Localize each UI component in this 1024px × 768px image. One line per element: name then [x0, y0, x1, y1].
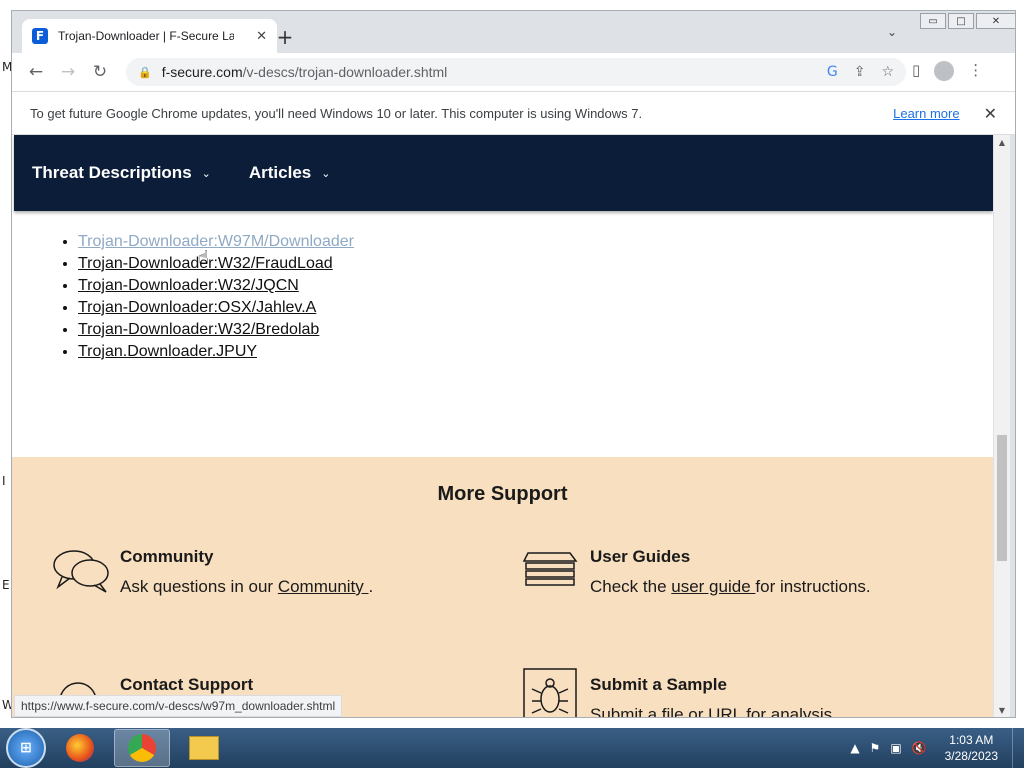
- clock-date: 3/28/2023: [944, 749, 998, 763]
- page-scrollbar[interactable]: ▲ ▼: [994, 135, 1010, 717]
- tray-expand-icon[interactable]: ▲: [850, 741, 859, 755]
- hand-cursor-icon: ☝: [198, 247, 209, 268]
- scroll-up-arrow-icon[interactable]: ▲: [994, 135, 1010, 151]
- list-item: Trojan-Downloader:OSX/Jahlev.A: [78, 297, 354, 319]
- back-arrow-icon[interactable]: ←: [20, 62, 52, 82]
- user-guides-desc: Check the user guide for instructions.: [590, 577, 871, 596]
- close-window-button[interactable]: ✕: [976, 13, 1015, 29]
- window-controls: ▭ □ ✕: [918, 13, 1015, 29]
- nav-articles[interactable]: Articles ⌄: [249, 163, 331, 183]
- tab-search-chevron-icon[interactable]: ⌄: [887, 25, 897, 39]
- page-viewport: Threat Descriptions ⌄ Articles ⌄ Trojan-…: [12, 135, 993, 718]
- threat-link[interactable]: Trojan-Downloader:W32/JQCN: [78, 277, 299, 294]
- site-navigation: Threat Descriptions ⌄ Articles ⌄: [14, 135, 993, 211]
- list-item: Trojan-Downloader:W32/JQCN: [78, 275, 354, 297]
- desktop-icon-label: E: [2, 578, 10, 592]
- folder-icon: [189, 736, 219, 760]
- scrollbar-thumb[interactable]: [997, 435, 1007, 561]
- google-icon[interactable]: G: [827, 64, 838, 80]
- nav-item-label: Articles: [248, 163, 312, 182]
- minimize-button[interactable]: ▭: [920, 13, 946, 29]
- tab-active[interactable]: F Trojan-Downloader | F-Secure La ✕: [22, 19, 277, 53]
- threat-link[interactable]: Trojan-Downloader:W32/Bredolab: [78, 321, 319, 338]
- more-support-section: More Support Community Ask questions in …: [12, 457, 993, 718]
- support-heading: More Support: [437, 483, 568, 505]
- action-center-flag-icon[interactable]: ⚑: [870, 741, 881, 755]
- start-button[interactable]: ⊞: [6, 728, 46, 768]
- clock-time: 1:03 AM: [949, 733, 994, 747]
- browser-window: F Trojan-Downloader | F-Secure La ✕ + ⌄ …: [11, 10, 1016, 718]
- side-panel-icon[interactable]: ▯: [912, 61, 920, 81]
- taskbar-chrome[interactable]: [114, 729, 170, 767]
- list-item: Trojan-Downloader:W32/FraudLoad: [78, 253, 354, 275]
- chevron-down-icon: ⌄: [201, 166, 211, 180]
- community-link[interactable]: Community: [278, 577, 369, 596]
- submit-sample-desc: Submit a file or URL for analysis.: [590, 705, 837, 718]
- bookmark-star-icon[interactable]: ☆: [881, 64, 894, 80]
- tab-title: Trojan-Downloader | F-Secure La: [58, 29, 234, 43]
- clock[interactable]: 1:03 AM 3/28/2023: [945, 732, 998, 764]
- network-icon[interactable]: ▣: [890, 741, 901, 755]
- share-icon[interactable]: ⇪: [854, 64, 866, 80]
- chevron-down-icon: ⌄: [321, 166, 331, 180]
- scroll-down-arrow-icon[interactable]: ▼: [994, 703, 1010, 717]
- update-infobar: To get future Google Chrome updates, you…: [12, 91, 1015, 135]
- infobar-close-button[interactable]: ✕: [984, 104, 997, 123]
- fsecure-favicon-icon: F: [32, 28, 48, 44]
- reload-icon[interactable]: ↻: [84, 62, 116, 82]
- url-text: f-secure.com/v-descs/trojan-downloader.s…: [161, 64, 448, 80]
- list-item: Trojan-Downloader:W32/Bredolab: [78, 319, 354, 341]
- desktop-icon-label: I: [2, 474, 6, 488]
- taskbar-explorer[interactable]: [176, 729, 232, 767]
- threat-link[interactable]: Trojan-Downloader:OSX/Jahlev.A: [78, 299, 316, 316]
- infobar-message: To get future Google Chrome updates, you…: [30, 105, 643, 121]
- maximize-button[interactable]: □: [948, 13, 974, 29]
- new-tab-button[interactable]: +: [274, 25, 296, 49]
- firefox-icon: [66, 734, 94, 762]
- windows-taskbar: ⊞ ▲ ⚑ ▣ 🔇 1:03 AM 3/28/2023: [0, 728, 1024, 768]
- threat-link-list: Trojan-Downloader:W97M/Downloader Trojan…: [78, 231, 354, 363]
- volume-muted-icon[interactable]: 🔇: [912, 741, 927, 755]
- lock-icon[interactable]: 🔒: [138, 66, 152, 79]
- threat-link[interactable]: Trojan.Downloader.JPUY: [78, 343, 257, 360]
- bug-icon: [523, 668, 577, 717]
- list-item: Trojan.Downloader.JPUY: [78, 341, 354, 363]
- user-guide-link[interactable]: user guide: [671, 577, 755, 596]
- system-tray: ▲ ⚑ ▣ 🔇 1:03 AM 3/28/2023: [850, 732, 998, 764]
- user-guides-title: User Guides: [590, 547, 691, 566]
- tab-close-icon[interactable]: ✕: [256, 29, 267, 44]
- tab-strip: F Trojan-Downloader | F-Secure La ✕ + ⌄ …: [12, 11, 1015, 53]
- list-item: Trojan-Downloader:W97M/Downloader: [78, 231, 354, 253]
- address-bar[interactable]: 🔒 f-secure.com/v-descs/trojan-downloader…: [126, 58, 906, 86]
- taskbar-firefox[interactable]: [52, 729, 108, 767]
- browser-toolbar: ← → ↻ 🔒 f-secure.com/v-descs/trojan-down…: [12, 53, 1015, 91]
- menu-kebab-icon[interactable]: ⋮: [968, 61, 983, 81]
- community-title: Community: [120, 547, 214, 566]
- community-desc: Ask questions in our Community .: [120, 577, 374, 596]
- threat-link[interactable]: Trojan-Downloader:W97M/Downloader: [78, 233, 354, 250]
- contact-support-title: Contact Support: [120, 675, 254, 694]
- nav-item-label: Threat Descriptions: [32, 163, 192, 182]
- nav-threat-descriptions[interactable]: Threat Descriptions ⌄: [32, 163, 211, 183]
- speech-bubbles-icon: [53, 550, 109, 593]
- profile-avatar-icon[interactable]: [934, 61, 955, 81]
- chrome-icon: [128, 734, 156, 762]
- link-status-bubble: https://www.f-secure.com/v-descs/w97m_do…: [14, 695, 343, 717]
- learn-more-link[interactable]: Learn more: [893, 106, 959, 121]
- stacked-pages-icon: [522, 552, 578, 586]
- show-desktop-button[interactable]: [1012, 728, 1024, 768]
- submit-sample-title: Submit a Sample: [590, 675, 727, 694]
- forward-arrow-icon[interactable]: →: [52, 62, 84, 82]
